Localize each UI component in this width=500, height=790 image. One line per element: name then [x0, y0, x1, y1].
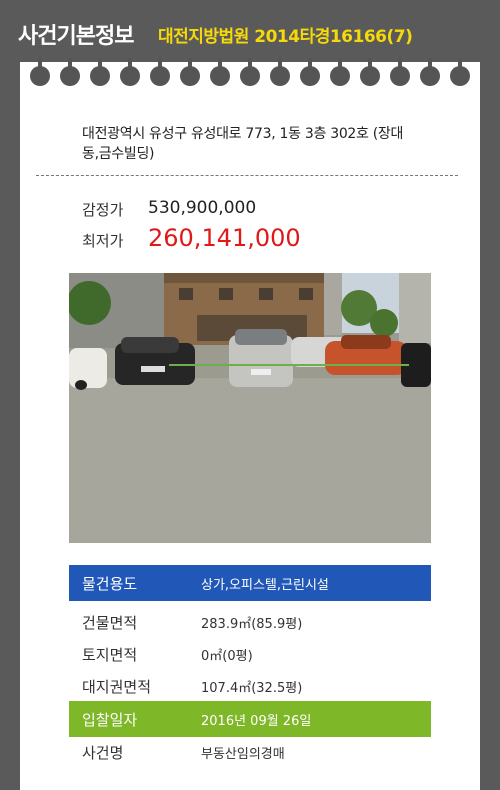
detail-row-land-right-area: 대지권면적 107.4㎡(32.5평) — [69, 668, 431, 704]
case-name-label: 사건명 — [82, 744, 124, 762]
land-right-area-value: 107.4㎡(32.5평) — [201, 681, 303, 696]
detail-row-case-name: 사건명 부동산임의경매 — [69, 734, 431, 770]
minimum-value: 260,141,000 — [148, 224, 301, 252]
ring-icon — [360, 58, 380, 86]
ring-icon — [60, 58, 80, 86]
page-title: 사건기본정보 — [18, 24, 134, 49]
header: 사건기본정보 대전지방법원 2014타경16166(7) — [0, 0, 500, 62]
ring-icon — [300, 58, 320, 86]
ring-icon — [150, 58, 170, 86]
bid-date-value: 2016년 09월 26일 — [201, 714, 312, 729]
land-area-label: 토지면적 — [82, 646, 138, 664]
minimum-label: 최저가 — [82, 232, 124, 250]
detail-row-building-area: 건물면적 283.9㎡(85.9평) — [69, 604, 431, 640]
divider — [36, 175, 458, 176]
land-area-value: 0㎡(0평) — [201, 649, 253, 664]
ring-icon — [330, 58, 350, 86]
ring-icon — [420, 58, 440, 86]
appraisal-label: 감정가 — [82, 201, 124, 219]
ring-icon — [90, 58, 110, 86]
detail-row-bid-date: 입찰일자 2016년 09월 26일 — [69, 701, 431, 737]
usage-value: 상가,오피스텔,근린시설 — [201, 578, 329, 593]
ring-icon — [270, 58, 290, 86]
building-area-value: 283.9㎡(85.9평) — [201, 617, 303, 632]
ring-icon — [180, 58, 200, 86]
ring-icon — [120, 58, 140, 86]
ring-icon — [210, 58, 230, 86]
binder-rings — [20, 58, 480, 92]
usage-label: 물건용도 — [82, 575, 138, 593]
ring-icon — [450, 58, 470, 86]
parking-lot-image — [69, 273, 431, 543]
ring-icon — [30, 58, 50, 86]
property-photo — [69, 273, 431, 543]
case-number: 대전지방법원 2014타경16166(7) — [158, 27, 413, 47]
case-name-value: 부동산임의경매 — [201, 747, 285, 762]
detail-row-land-area: 토지면적 0㎡(0평) — [69, 636, 431, 672]
ring-icon — [390, 58, 410, 86]
land-right-area-label: 대지권면적 — [82, 678, 152, 696]
appraisal-value: 530,900,000 — [148, 198, 257, 218]
bid-date-label: 입찰일자 — [82, 711, 138, 729]
building-area-label: 건물면적 — [82, 614, 138, 632]
ring-icon — [240, 58, 260, 86]
property-address: 대전광역시 유성구 유성대로 773, 1동 3층 302호 (장대동,금수빌딩… — [82, 126, 404, 162]
detail-row-usage: 물건용도 상가,오피스텔,근린시설 — [69, 565, 431, 601]
